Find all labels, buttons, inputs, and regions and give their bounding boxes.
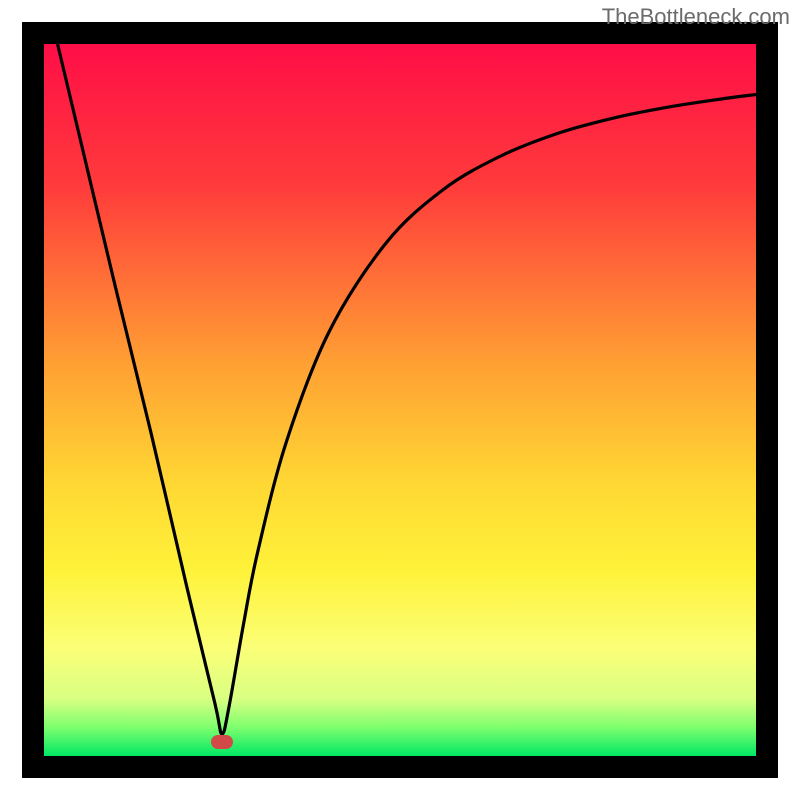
curve-svg: [44, 44, 756, 756]
chart-container: TheBottleneck.com: [0, 0, 800, 800]
watermark-text: TheBottleneck.com: [602, 4, 790, 30]
minimum-marker: [211, 735, 233, 749]
bottleneck-curve-path: [44, 44, 756, 734]
plot-area: [44, 44, 756, 756]
